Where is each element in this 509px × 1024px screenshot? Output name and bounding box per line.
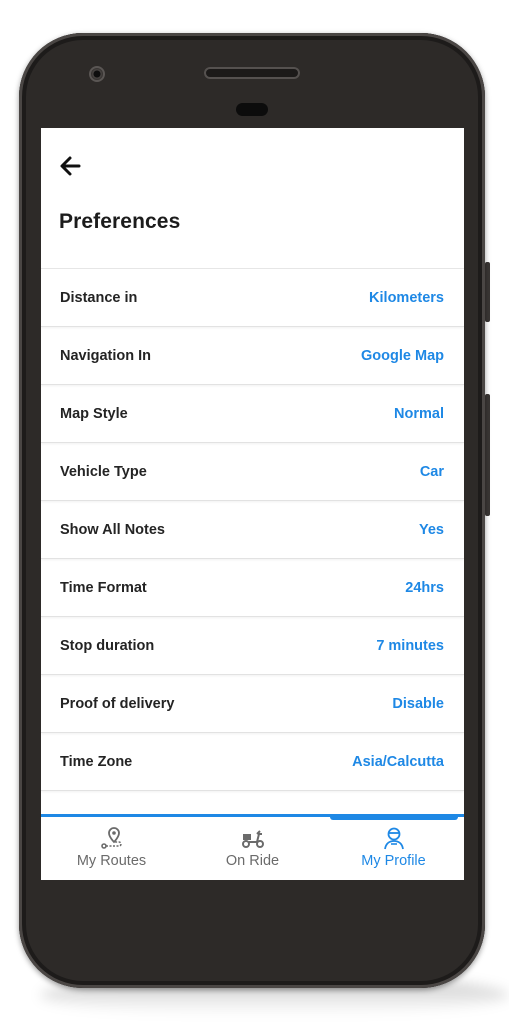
preference-label: Navigation In bbox=[60, 347, 152, 364]
preference-row-navigation[interactable]: Navigation In Google Map bbox=[41, 327, 464, 385]
preference-value[interactable]: Car bbox=[420, 464, 444, 480]
preference-value[interactable]: Kilometers bbox=[369, 290, 444, 306]
volume-button bbox=[485, 262, 490, 322]
preference-label: Time Format bbox=[60, 579, 147, 596]
tab-my-routes[interactable]: My Routes bbox=[41, 817, 182, 880]
scooter-icon bbox=[241, 830, 264, 848]
preference-label: Vehicle Type bbox=[60, 463, 147, 480]
preference-row-map-style[interactable]: Map Style Normal bbox=[41, 385, 464, 443]
tab-my-profile[interactable]: My Profile bbox=[323, 817, 464, 880]
preference-row-proof-of-delivery[interactable]: Proof of delivery Disable bbox=[41, 675, 464, 733]
arrow-left-icon bbox=[60, 156, 81, 176]
preferences-list: Distance in Kilometers Navigation In Goo… bbox=[41, 268, 464, 791]
preference-label: Proof of delivery bbox=[60, 695, 175, 712]
preference-label: Show All Notes bbox=[60, 521, 165, 538]
preference-row-distance[interactable]: Distance in Kilometers bbox=[41, 269, 464, 327]
preference-value[interactable]: 7 minutes bbox=[376, 638, 444, 654]
preference-label: Distance in bbox=[60, 289, 138, 306]
back-button[interactable] bbox=[57, 152, 85, 180]
preference-row-vehicle-type[interactable]: Vehicle Type Car bbox=[41, 443, 464, 501]
preference-value[interactable]: Disable bbox=[392, 696, 444, 712]
preference-value[interactable]: Yes bbox=[419, 522, 444, 538]
proximity-sensor bbox=[236, 103, 268, 116]
tab-label: On Ride bbox=[225, 853, 280, 869]
tab-on-ride[interactable]: On Ride bbox=[182, 817, 323, 880]
preference-value[interactable]: Google Map bbox=[361, 348, 444, 364]
front-camera bbox=[89, 66, 105, 82]
bottom-tab-bar: My Routes On Ride My Profile bbox=[41, 814, 464, 880]
app-screen: Preferences Distance in Kilometers Navig… bbox=[41, 128, 464, 880]
power-button bbox=[485, 394, 490, 516]
driver-profile-icon bbox=[383, 827, 404, 850]
preference-label: Time Zone bbox=[60, 753, 133, 770]
tab-label: My Routes bbox=[76, 853, 147, 869]
page-title: Preferences bbox=[59, 210, 181, 233]
route-pin-icon bbox=[100, 827, 122, 849]
preference-value[interactable]: 24hrs bbox=[405, 580, 444, 596]
preference-label: Map Style bbox=[60, 405, 128, 422]
active-tab-indicator bbox=[330, 814, 458, 820]
preference-label: Stop duration bbox=[60, 637, 155, 654]
preference-row-time-format[interactable]: Time Format 24hrs bbox=[41, 559, 464, 617]
earpiece-speaker bbox=[204, 67, 300, 79]
tab-label: My Profile bbox=[361, 853, 426, 869]
preference-row-show-all-notes[interactable]: Show All Notes Yes bbox=[41, 501, 464, 559]
preference-row-stop-duration[interactable]: Stop duration 7 minutes bbox=[41, 617, 464, 675]
preference-value[interactable]: Normal bbox=[394, 406, 444, 422]
preference-row-time-zone[interactable]: Time Zone Asia/Calcutta bbox=[41, 733, 464, 791]
preference-value[interactable]: Asia/Calcutta bbox=[352, 754, 444, 770]
